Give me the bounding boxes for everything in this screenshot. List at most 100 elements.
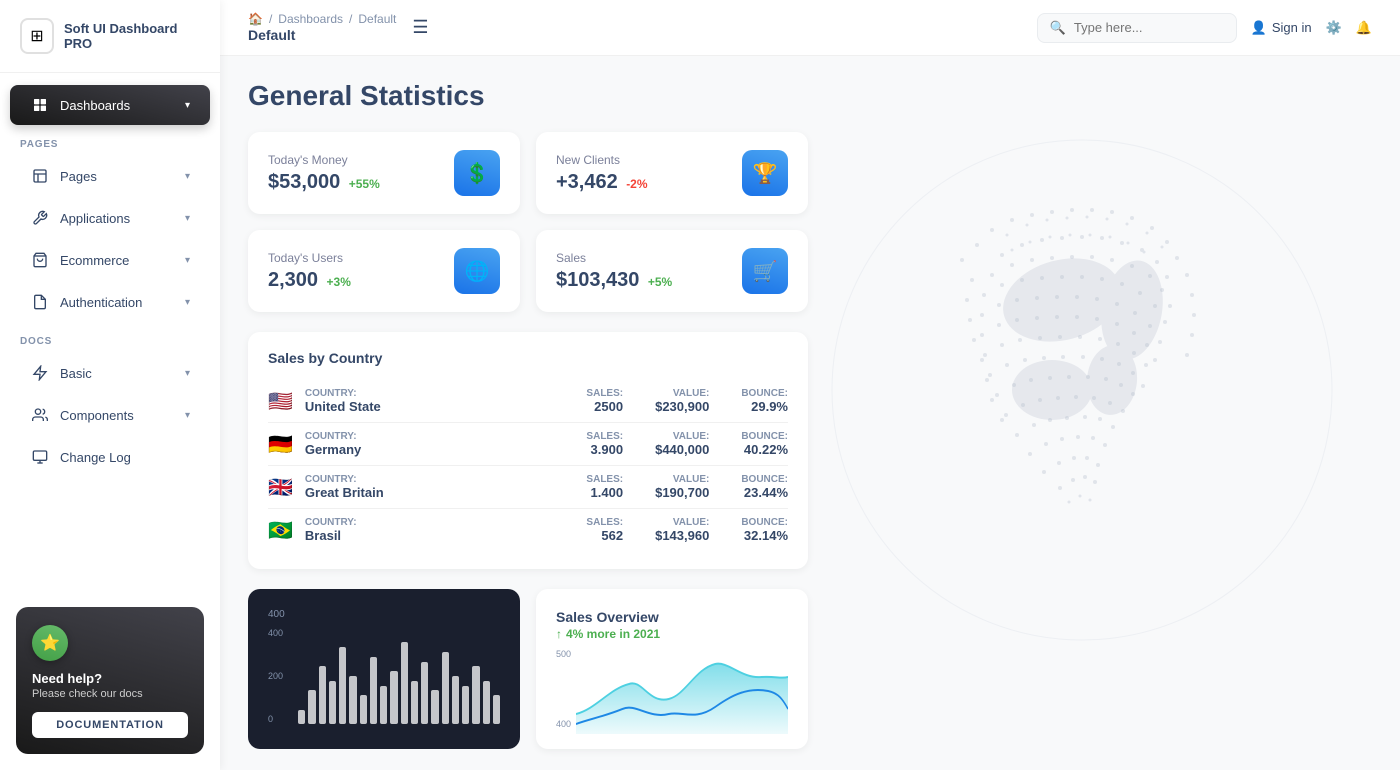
us-flag: 🇺🇸 — [268, 389, 293, 414]
bar-item — [329, 681, 336, 724]
content-left: General Statistics Today's Money $53,000… — [248, 80, 808, 749]
basic-icon — [30, 363, 50, 383]
stat-sales-value: $103,430 — [556, 269, 639, 291]
search-box[interactable]: 🔍 — [1037, 13, 1237, 43]
sidebar-item-authentication[interactable]: Authentication ▾ — [10, 282, 210, 322]
dashboards-label: Dashboards — [60, 98, 130, 113]
stat-money-value: $53,000 — [268, 171, 340, 193]
settings-button[interactable]: ⚙️ — [1326, 20, 1342, 36]
content-area: General Statistics Today's Money $53,000… — [220, 56, 1400, 770]
bar-item — [442, 652, 449, 724]
stat-users-row: 2,300 +3% — [268, 269, 351, 292]
content-layout: General Statistics Today's Money $53,000… — [248, 80, 1372, 749]
br-flag: 🇧🇷 — [268, 518, 293, 543]
stat-card-sales: Sales $103,430 +5% 🛒 — [536, 230, 808, 312]
bar-item — [493, 695, 500, 724]
dashboards-icon — [30, 95, 50, 115]
breadcrumb-sep1: / — [269, 12, 272, 26]
bar-item — [308, 690, 315, 724]
logo-icon: ⊞ — [20, 18, 54, 54]
sidebar-item-applications[interactable]: Applications ▾ — [10, 198, 210, 238]
stat-money-row: $53,000 +55% — [268, 171, 380, 194]
table-row: 🇩🇪 Country: Germany Sales: 3.900 Value — [268, 423, 788, 466]
bar-item — [339, 647, 346, 724]
bar-chart-card: 400 400 200 0 — [248, 589, 520, 749]
bar-item — [483, 681, 490, 724]
sales-overview-subtitle: ↑ 4% more in 2021 — [556, 627, 788, 641]
bar-item — [360, 695, 367, 724]
signin-label: Sign in — [1272, 20, 1312, 35]
us-country-col: Country: United State — [305, 388, 587, 414]
hamburger-button[interactable]: ☰ — [412, 17, 428, 38]
stat-money-info: Today's Money $53,000 +55% — [268, 153, 380, 194]
applications-label: Applications — [60, 211, 130, 226]
country-label-header: Country: — [305, 388, 587, 399]
sidebar-item-components[interactable]: Components ▾ — [10, 395, 210, 435]
app-name: Soft UI Dashboard PRO — [64, 21, 200, 51]
de-country-name: Germany — [305, 442, 587, 457]
changelog-label: Change Log — [60, 450, 131, 465]
bar-y-400: 400 — [268, 609, 285, 620]
breadcrumb: 🏠 / Dashboards / Default Default — [248, 12, 396, 43]
y-label-200: 200 — [268, 671, 283, 681]
bar-item — [431, 690, 438, 724]
stat-sales-info: Sales $103,430 +5% — [556, 251, 672, 292]
bar-item — [349, 676, 356, 724]
stat-card-clients: New Clients +3,462 -2% 🏆 — [536, 132, 808, 214]
auth-chevron: ▾ — [185, 297, 190, 308]
help-subtitle: Please check our docs — [32, 688, 188, 700]
table-row: 🇬🇧 Country: Great Britain Sales: 1.400 — [268, 466, 788, 509]
ecommerce-icon — [30, 250, 50, 270]
help-star-icon: ⭐ — [32, 625, 68, 661]
help-title: Need help? — [32, 671, 188, 686]
gb-country-name: Great Britain — [305, 485, 587, 500]
us-data-cols: Sales: 2500 Value: $230,900 Bounce: 29.9… — [586, 388, 788, 414]
stat-card-users: Today's Users 2,300 +3% 🌐 — [248, 230, 520, 312]
notifications-button[interactable]: 🔔 — [1356, 20, 1372, 36]
br-country-col: Country: Brasil — [305, 517, 587, 543]
help-card: ⭐ Need help? Please check our docs DOCUM… — [16, 607, 204, 754]
stat-money-badge: +55% — [349, 177, 380, 191]
sales-country-card: Sales by Country 🇺🇸 Country: United Stat… — [248, 332, 808, 569]
dashboards-chevron: ▾ — [185, 100, 190, 111]
bar-item — [421, 662, 428, 724]
de-flag: 🇩🇪 — [268, 432, 293, 457]
sales-y-400: 400 — [556, 719, 571, 729]
sales-overview-title: Sales Overview — [556, 609, 788, 625]
documentation-button[interactable]: DOCUMENTATION — [32, 712, 188, 738]
stat-sales-badge: +5% — [648, 275, 672, 289]
stat-clients-value: +3,462 — [556, 171, 618, 193]
bar-item — [472, 666, 479, 724]
stat-sales-icon: 🛒 — [742, 248, 788, 294]
applications-chevron: ▾ — [185, 213, 190, 224]
sales-country-title: Sales by Country — [268, 350, 788, 366]
table-row: 🇧🇷 Country: Brasil Sales: 562 Value: — [268, 509, 788, 551]
stat-users-label: Today's Users — [268, 251, 351, 265]
de-country-col: Country: Germany — [305, 431, 587, 457]
sidebar-item-dashboards[interactable]: Dashboards ▾ — [10, 85, 210, 125]
auth-label: Authentication — [60, 295, 142, 310]
search-input[interactable] — [1074, 20, 1224, 35]
main-area: 🏠 / Dashboards / Default Default ☰ 🔍 👤 S… — [220, 0, 1400, 770]
sidebar-item-ecommerce[interactable]: Ecommerce ▾ — [10, 240, 210, 280]
signin-button[interactable]: 👤 Sign in — [1251, 20, 1312, 36]
bar-item — [370, 657, 377, 724]
trend-up-icon: ↑ — [556, 627, 562, 641]
home-icon: 🏠 — [248, 12, 263, 26]
breadcrumb-current: Default — [248, 27, 396, 43]
topbar: 🏠 / Dashboards / Default Default ☰ 🔍 👤 S… — [220, 0, 1400, 56]
page-title: General Statistics — [248, 80, 808, 112]
stat-clients-icon: 🏆 — [742, 150, 788, 196]
breadcrumb-default: Default — [358, 12, 396, 26]
y-label-0: 0 — [268, 714, 283, 724]
docs-section-label: DOCS — [0, 324, 220, 351]
components-label: Components — [60, 408, 134, 423]
sidebar-item-changelog[interactable]: Change Log — [10, 437, 210, 477]
sidebar-item-pages[interactable]: Pages ▾ — [10, 156, 210, 196]
stat-users-badge: +3% — [327, 275, 351, 289]
stat-users-value: 2,300 — [268, 269, 318, 291]
ecommerce-label: Ecommerce — [60, 253, 129, 268]
sidebar-item-basic[interactable]: Basic ▾ — [10, 353, 210, 393]
auth-icon — [30, 292, 50, 312]
us-sales-col: Sales: 2500 — [586, 388, 623, 414]
